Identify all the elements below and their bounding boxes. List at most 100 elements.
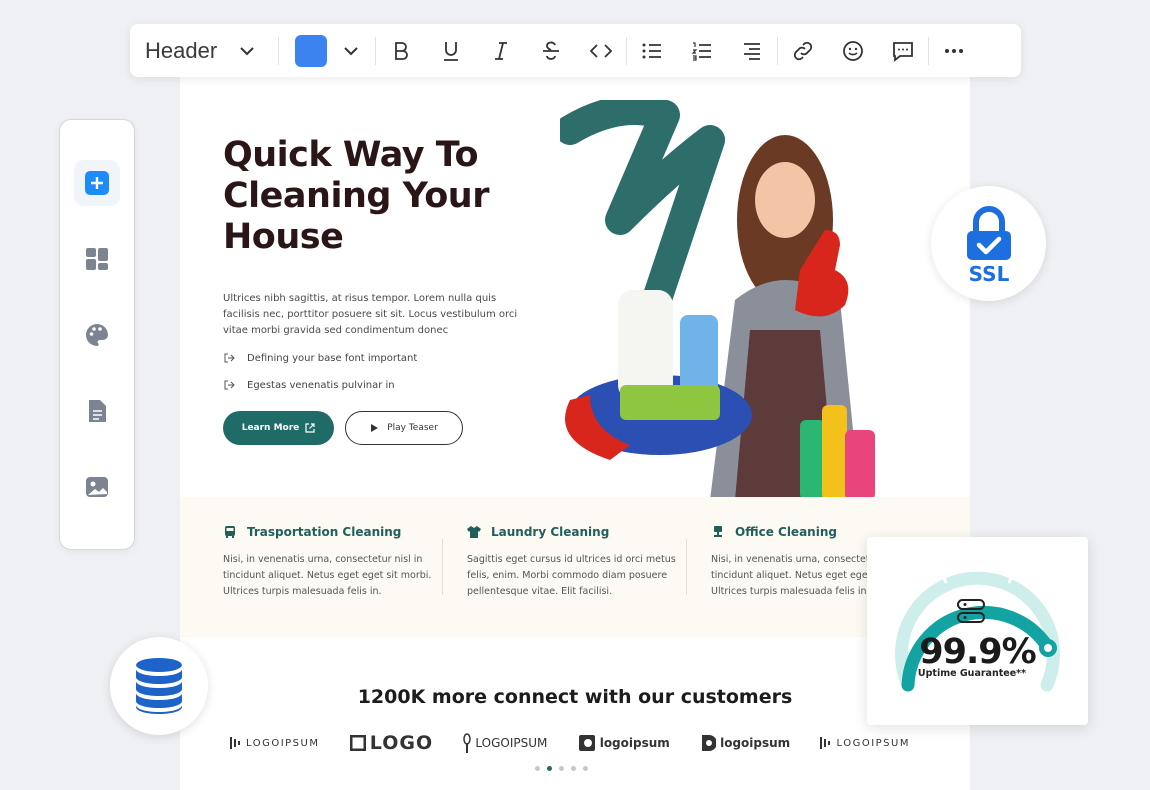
- numbered-list-button[interactable]: [677, 31, 727, 71]
- layout-icon: [86, 248, 108, 270]
- bullet-list-icon: [642, 43, 661, 58]
- services-section: Trasportation Cleaning Nisi, in venenati…: [180, 497, 970, 637]
- sidebar-item-add[interactable]: [74, 160, 120, 206]
- hero-bullet-text: Egestas venenatis pulvinar in: [247, 379, 395, 391]
- logo-mark-icon: [820, 737, 831, 749]
- carousel-dots: [535, 766, 588, 771]
- code-icon: [589, 43, 613, 58]
- ssl-text: SSL: [968, 262, 1009, 284]
- chevron-down-icon: [344, 46, 358, 55]
- block-type-label: Header: [145, 37, 218, 63]
- partner-logo: LOGOIPSUM: [230, 735, 319, 751]
- hero-description: Ultrices nibh sagittis, at risus tempor.…: [223, 293, 518, 336]
- shirt-icon: [467, 526, 481, 538]
- partner-logo-text: logoipsum: [720, 736, 791, 750]
- toolbar-separator: [278, 36, 279, 65]
- external-link-icon: [305, 423, 315, 433]
- service-text: Sagittis eget cursus id ultrices id orci…: [467, 554, 676, 597]
- hero-bullet-text: Defining your base font important: [247, 352, 418, 364]
- uptime-card: 99.9% Uptime Guarantee**: [867, 537, 1088, 725]
- partner-logo: logoipsum: [578, 734, 670, 752]
- link-button[interactable]: [778, 31, 828, 71]
- underline-button[interactable]: [426, 31, 476, 71]
- italic-button[interactable]: [476, 31, 526, 71]
- logo-mark-icon: [463, 733, 472, 753]
- emoji-button[interactable]: [828, 31, 878, 71]
- sidebar-item-layouts[interactable]: [74, 236, 120, 282]
- builder-sidebar: [59, 119, 135, 550]
- ssl-badge: SSL: [931, 186, 1046, 301]
- service-title-text: Office Cleaning: [735, 525, 837, 539]
- carousel-dot[interactable]: [571, 766, 576, 771]
- add-block-icon: [85, 171, 109, 195]
- palette-icon: [86, 324, 108, 346]
- arrow-login-icon: [224, 353, 235, 363]
- hero-title: Quick Way To Cleaning Your House: [223, 135, 489, 257]
- carousel-dot[interactable]: [535, 766, 540, 771]
- underline-icon: [444, 41, 458, 61]
- uptime-value: 99.9%: [919, 632, 1036, 672]
- color-dropdown-button[interactable]: [327, 31, 375, 71]
- block-type-dropdown[interactable]: Header: [130, 38, 278, 64]
- service-title: Laundry Cleaning: [467, 525, 682, 539]
- learn-more-label: Learn More: [241, 423, 300, 433]
- divider: [686, 539, 687, 595]
- bold-button[interactable]: [376, 31, 426, 71]
- page-preview: Quick Way To Cleaning Your House Ultrice…: [180, 60, 970, 790]
- text-color-swatch[interactable]: [295, 34, 327, 67]
- logo-mark-icon: [702, 735, 717, 751]
- carousel-dot[interactable]: [559, 766, 564, 771]
- more-options-button[interactable]: [929, 31, 979, 71]
- learn-more-button[interactable]: Learn More: [223, 411, 334, 445]
- service-text: Nisi, in venenatis urna, consectetur nis…: [223, 554, 432, 597]
- image-icon: [86, 477, 108, 497]
- partner-logo-text: LOGOIPSUM: [246, 737, 320, 749]
- play-teaser-button[interactable]: Play Teaser: [345, 411, 463, 445]
- play-icon: [371, 424, 379, 432]
- align-right-icon: [744, 42, 760, 60]
- play-teaser-label: Play Teaser: [387, 423, 438, 433]
- italic-icon: [495, 41, 507, 60]
- carousel-dot[interactable]: [583, 766, 588, 771]
- strikethrough-button[interactable]: [526, 31, 576, 71]
- service-card: Laundry Cleaning Sagittis eget cursus id…: [467, 525, 682, 600]
- divider: [442, 539, 443, 595]
- hero-image: [560, 100, 875, 500]
- hero-bullet: Egestas venenatis pulvinar in: [223, 379, 395, 391]
- arrow-login-icon: [224, 380, 235, 390]
- partner-logo: logoipsum: [700, 734, 790, 752]
- carousel-dot-active[interactable]: [547, 766, 552, 771]
- customers-title: 1200K more connect with our customers: [357, 686, 793, 708]
- sidebar-item-media[interactable]: [74, 464, 120, 510]
- strikethrough-icon: [543, 41, 559, 60]
- logo-strip: LOGOIPSUM LOGO LOGOIPSUM logoipsum logoi…: [230, 732, 910, 754]
- code-button[interactable]: [576, 31, 626, 71]
- sidebar-item-styles[interactable]: [74, 312, 120, 358]
- bold-icon: [395, 41, 408, 60]
- service-card: Trasportation Cleaning Nisi, in venenati…: [223, 525, 438, 600]
- logo-mark-icon: [349, 735, 366, 751]
- more-icon: [945, 48, 963, 53]
- logo-mark-icon: [578, 735, 595, 751]
- database-badge: [110, 637, 208, 735]
- service-title: Trasportation Cleaning: [223, 525, 438, 539]
- emoji-icon: [843, 40, 863, 61]
- comment-button[interactable]: [878, 31, 928, 71]
- chevron-down-icon: [240, 46, 254, 55]
- document-icon: [89, 400, 106, 422]
- link-icon: [793, 41, 813, 60]
- sidebar-item-pages[interactable]: [74, 388, 120, 434]
- partner-logo: LOGO: [349, 732, 434, 754]
- service-title-text: Laundry Cleaning: [491, 525, 610, 539]
- hero-bullet: Defining your base font important: [223, 352, 417, 364]
- partner-logo-text: LOGOIPSUM: [836, 737, 910, 749]
- partner-logo-text: logoipsum: [599, 736, 670, 750]
- bullet-list-button[interactable]: [627, 31, 677, 71]
- align-right-button[interactable]: [727, 31, 777, 71]
- uptime-gauge: [895, 571, 1060, 692]
- service-title-text: Trasportation Cleaning: [247, 525, 402, 539]
- comment-icon: [893, 41, 913, 62]
- partner-logo-text: LOGOIPSUM: [475, 736, 548, 750]
- partner-logo-text: LOGO: [369, 732, 434, 754]
- bus-icon: [225, 526, 235, 538]
